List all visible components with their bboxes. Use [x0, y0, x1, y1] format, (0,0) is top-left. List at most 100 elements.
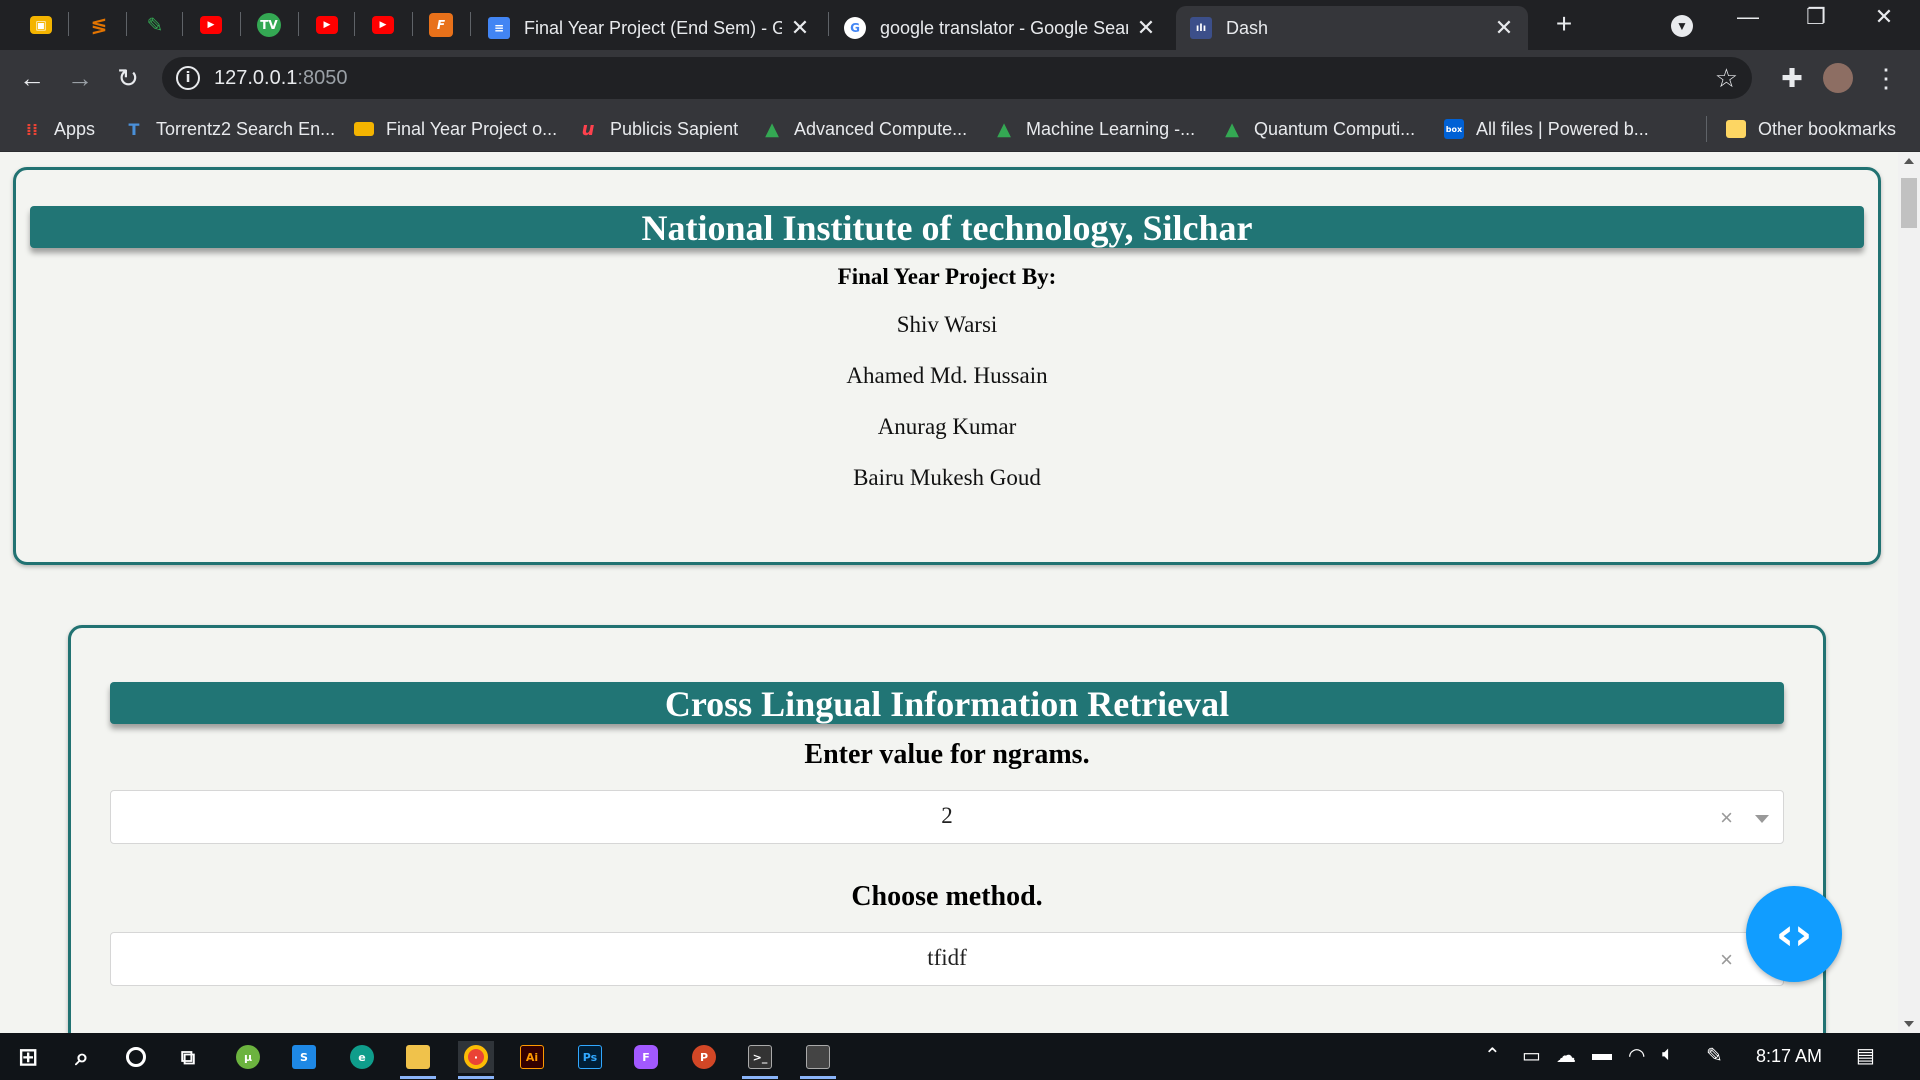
pinned-tab-classroom[interactable]: ▣ — [26, 10, 56, 40]
scroll-down-arrow-icon[interactable] — [1904, 1021, 1914, 1027]
pinned-tab-youtube-3[interactable]: ▶ — [368, 10, 398, 40]
forward-arrow-icon[interactable]: → — [64, 62, 96, 94]
file-explorer-icon[interactable] — [400, 1041, 436, 1079]
method-label: Choose method. — [851, 881, 1043, 912]
volume-icon[interactable]: 🔈︎ — [1662, 1043, 1674, 1066]
apps-grid-icon: ⁞⁞ — [25, 119, 39, 139]
member-name: Bairu Mukesh Goud — [853, 465, 1041, 490]
google-docs-icon: ≡ — [488, 17, 510, 39]
ngrams-selected-value: 2 — [941, 803, 953, 828]
bookmark-star-icon[interactable]: ☆ — [1715, 63, 1738, 94]
bookmark-box-all-files[interactable]: box All files | Powered b... — [1444, 116, 1649, 142]
battery-icon[interactable]: ▬ — [1592, 1043, 1612, 1066]
browser-tab-strip: ▣ ≶ ✎ ▶ TV ▶ ▶ F ≡ Final Year Project (E… — [0, 0, 1920, 50]
member-name: Anurag Kumar — [877, 414, 1017, 439]
meet-now-icon[interactable]: ▭ — [1522, 1043, 1541, 1068]
other-bookmarks-folder[interactable]: Other bookmarks — [1726, 116, 1896, 142]
windows-taskbar: ⊞ ⌕ ⧉ µ S e · Ai Ps F P >_ ⌃ ▭ ☁ ▬ ◠ 🔈︎ … — [0, 1033, 1920, 1080]
google-classroom-icon: ▣ — [30, 16, 52, 34]
chevron-up-icon[interactable]: ⌃ — [1484, 1043, 1501, 1068]
bookmarks-bar: ⁞⁞ Apps T Torrentz2 Search En... Final Y… — [0, 106, 1920, 152]
tab-google-translator[interactable]: G google translator - Google Searc ✕ — [830, 6, 1170, 50]
youtube-icon: ▶ — [200, 16, 222, 34]
bookmark-publicis-sapient[interactable]: u Publicis Sapient — [578, 116, 739, 142]
tab-search-icon[interactable]: ▼ — [1652, 10, 1712, 37]
dash-debug-toggle-button[interactable]: ‹› — [1746, 886, 1842, 982]
ngrams-dropdown[interactable]: 2 × — [110, 790, 1784, 844]
onedrive-cloud-icon[interactable]: ☁ — [1556, 1043, 1576, 1068]
notification-icon[interactable]: ▤ — [1856, 1043, 1875, 1068]
wifi-icon[interactable]: ◠ — [1628, 1043, 1645, 1068]
cortana-icon[interactable] — [118, 1041, 154, 1073]
photoshop-icon[interactable]: Ps — [572, 1041, 608, 1073]
teams-icon[interactable]: S — [286, 1041, 322, 1073]
header-card: National Institute of technology, Silcha… — [13, 167, 1881, 565]
pinned-tab-feather[interactable]: ✎ — [140, 10, 170, 40]
tab-final-year-project[interactable]: ≡ Final Year Project (End Sem) - Go ✕ — [474, 6, 824, 50]
tab-close-icon[interactable]: ✕ — [790, 15, 810, 41]
restore-button[interactable]: ❐ — [1786, 4, 1846, 30]
pinned-tab-fiverr[interactable]: F — [426, 10, 456, 40]
scroll-up-arrow-icon[interactable] — [1904, 158, 1914, 164]
folder-icon — [1726, 120, 1746, 138]
clear-icon[interactable]: × — [1720, 805, 1733, 831]
tempo-app-icon: ≶ — [90, 13, 108, 37]
google-drive-icon: ▲ — [1225, 118, 1239, 140]
project-by-heading: Final Year Project By: — [837, 264, 1057, 289]
dash-plotly-icon: ılı — [1190, 17, 1212, 39]
feather-app-icon: ✎ — [146, 13, 164, 37]
clir-card: Cross Lingual Information Retrieval Ente… — [68, 625, 1826, 1033]
clear-icon[interactable]: × — [1720, 947, 1733, 973]
pen-icon[interactable]: ✎ — [1706, 1043, 1723, 1068]
site-info-icon[interactable]: i — [176, 66, 200, 90]
terminal-icon[interactable]: >_ — [742, 1041, 778, 1079]
address-url[interactable]: 127.0.0.1:8050 — [214, 67, 347, 90]
chevron-down-icon[interactable] — [1755, 815, 1769, 823]
tab-close-icon[interactable]: ✕ — [1136, 15, 1156, 41]
extensions-puzzle-icon[interactable]: ✚ — [1776, 62, 1808, 94]
illustrator-icon[interactable]: Ai — [514, 1041, 550, 1073]
taskbar-clock[interactable]: 8:17 AM — [1756, 1046, 1822, 1067]
page-scrollbar[interactable] — [1898, 152, 1920, 1033]
google-g-icon: G — [844, 17, 866, 39]
pinned-tab-tempo[interactable]: ≶ — [84, 10, 114, 40]
new-tab-button[interactable]: + — [1534, 8, 1594, 40]
pinned-tab-youtube-2[interactable]: ▶ — [312, 10, 342, 40]
pinned-tab-tv[interactable]: TV — [254, 10, 284, 40]
close-window-button[interactable]: ✕ — [1854, 4, 1914, 30]
bookmark-advanced-compute[interactable]: ▲ Advanced Compute... — [762, 116, 967, 142]
chrome-icon[interactable]: · — [458, 1041, 494, 1079]
bookmark-quantum-computing[interactable]: ▲ Quantum Computi... — [1222, 116, 1415, 142]
bookmark-apps[interactable]: ⁞⁞ Apps — [22, 116, 95, 142]
powerpoint-icon[interactable]: P — [686, 1041, 722, 1073]
search-icon[interactable]: ⌕ — [64, 1041, 100, 1073]
menu-kebab-icon[interactable]: ⋮ — [1870, 62, 1902, 94]
tab-dash[interactable]: ılı Dash ✕ — [1176, 6, 1528, 50]
windows-start-icon[interactable]: ⊞ — [10, 1041, 46, 1073]
pinned-tab-youtube-1[interactable]: ▶ — [196, 10, 226, 40]
bookmark-torrentz[interactable]: T Torrentz2 Search En... — [124, 116, 336, 142]
tab-close-icon[interactable]: ✕ — [1494, 15, 1514, 41]
google-drive-icon: ▲ — [997, 118, 1011, 140]
back-arrow-icon[interactable]: ← — [16, 62, 48, 94]
google-drive-icon: ▲ — [765, 118, 779, 140]
bookmark-machine-learning[interactable]: ▲ Machine Learning -... — [994, 116, 1195, 142]
figma-icon[interactable]: F — [628, 1041, 664, 1073]
minimize-button[interactable]: — — [1718, 4, 1778, 30]
box-icon: box — [1444, 119, 1464, 139]
fiverr-f-icon: F — [429, 13, 453, 37]
reload-icon[interactable]: ↻ — [112, 62, 144, 94]
task-view-icon[interactable]: ⧉ — [170, 1041, 206, 1073]
member-name: Shiv Warsi — [896, 312, 998, 337]
dash-app-page: National Institute of technology, Silcha… — [0, 152, 1898, 1033]
tab-title: Dash — [1226, 17, 1269, 38]
utorrent-icon[interactable]: µ — [230, 1041, 266, 1073]
scrollbar-thumb[interactable] — [1901, 178, 1917, 228]
method-selected-value: tfidf — [927, 945, 967, 970]
edge-icon[interactable]: e — [344, 1041, 380, 1073]
address-bar[interactable]: i 127.0.0.1:8050 ☆ — [162, 57, 1752, 99]
bookmark-final-year-project[interactable]: Final Year Project o... — [354, 116, 557, 142]
method-dropdown[interactable]: tfidf × — [110, 932, 1784, 986]
profile-avatar[interactable] — [1822, 62, 1854, 94]
command-prompt-icon[interactable] — [800, 1041, 836, 1079]
